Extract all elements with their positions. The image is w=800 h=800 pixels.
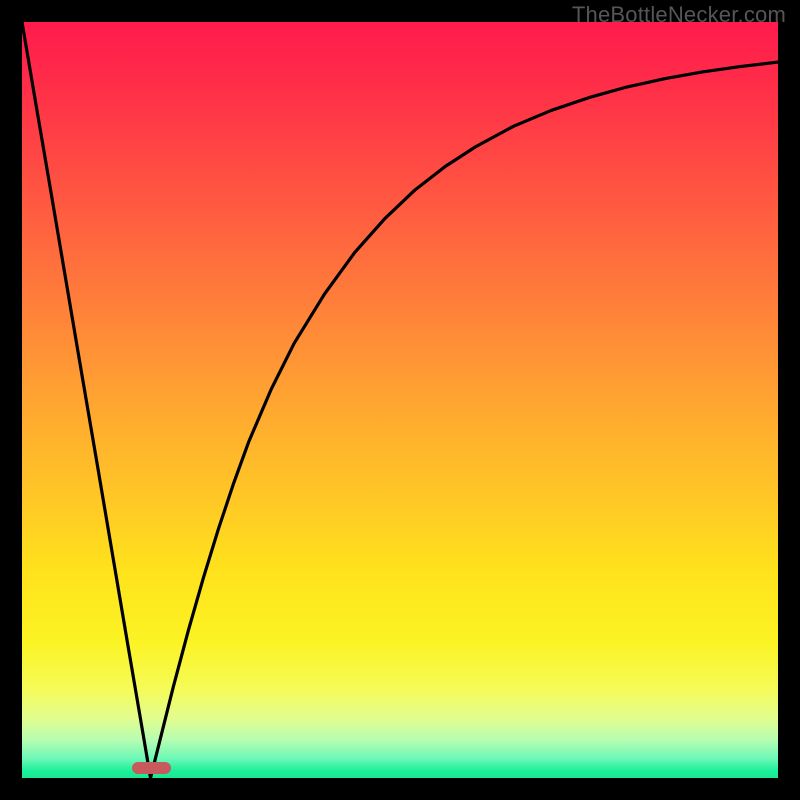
chart-frame: TheBottleNecker.com bbox=[0, 0, 800, 800]
watermark-text: TheBottleNecker.com bbox=[572, 2, 786, 28]
plot-area bbox=[22, 22, 778, 778]
curve-path bbox=[22, 22, 778, 778]
min-marker bbox=[132, 762, 171, 774]
bottleneck-curve bbox=[22, 22, 778, 778]
